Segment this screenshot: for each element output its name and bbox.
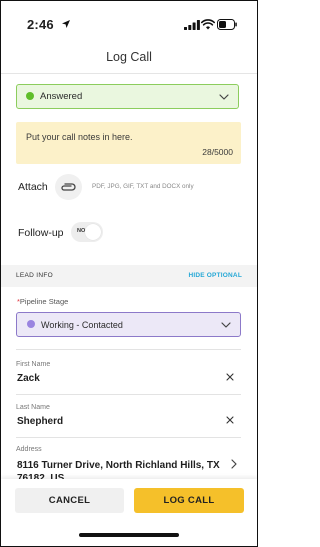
address-label: Address: [16, 446, 42, 453]
phone-frame: 2:46 Log Call Answered Put your call not…: [0, 0, 258, 547]
status-bar: 2:46: [1, 1, 257, 41]
toggle-state-text: NO: [77, 228, 86, 234]
battery-icon: [217, 19, 237, 30]
first-name-label: First Name: [16, 361, 51, 368]
attach-hint: PDF, JPG, GIF, TXT and DOCX only: [92, 183, 194, 190]
status-dot-icon: [26, 92, 34, 100]
call-status-select[interactable]: Answered: [16, 84, 239, 109]
last-name-value: Shepherd: [17, 416, 64, 427]
attach-label: Attach: [18, 181, 48, 193]
paperclip-icon: [61, 183, 76, 191]
pipeline-stage-select[interactable]: Working - Contacted: [16, 312, 241, 337]
field-separator: [16, 394, 241, 395]
field-separator: [16, 437, 241, 438]
toggle-knob: [85, 224, 101, 240]
attach-button[interactable]: [55, 174, 82, 200]
chevron-down-icon: [221, 322, 231, 328]
location-arrow-icon: [62, 20, 70, 28]
page-title: Log Call: [106, 50, 152, 64]
last-name-field[interactable]: Last Name Shepherd: [16, 404, 241, 436]
cancel-button[interactable]: CANCEL: [15, 488, 124, 513]
last-name-label: Last Name: [16, 404, 50, 411]
chevron-right-icon: [231, 459, 237, 469]
hide-optional-link[interactable]: HIDE OPTIONAL: [188, 272, 242, 279]
follow-up-label: Follow-up: [18, 227, 64, 239]
character-counter: 28/5000: [202, 147, 233, 157]
first-name-field[interactable]: First Name Zack: [16, 361, 241, 393]
first-name-value: Zack: [17, 373, 40, 384]
pipeline-stage-label-text: Pipeline Stage: [19, 297, 69, 306]
pipeline-stage-value: Working - Contacted: [41, 320, 123, 330]
pipeline-stage-label: *Pipeline Stage: [17, 297, 68, 306]
log-call-button[interactable]: LOG CALL: [134, 488, 244, 513]
bottom-action-bar: CANCEL LOG CALL: [1, 479, 257, 546]
nav-divider: [1, 73, 257, 74]
lead-info-header: LEAD INFO HIDE OPTIONAL: [1, 265, 257, 287]
field-separator: [16, 349, 241, 350]
status-time: 2:46: [27, 17, 54, 32]
stage-dot-icon: [27, 320, 35, 328]
call-notes-input[interactable]: Put your call notes in here. 28/5000: [16, 122, 241, 164]
cellular-signal-icon: [184, 20, 200, 30]
clear-icon[interactable]: [226, 416, 234, 424]
lead-info-title: LEAD INFO: [16, 272, 54, 279]
call-status-value: Answered: [40, 91, 83, 102]
wifi-icon: [201, 19, 215, 30]
home-indicator: [79, 533, 179, 537]
chevron-down-icon: [219, 94, 229, 100]
call-notes-placeholder: Put your call notes in here.: [26, 132, 133, 142]
clear-icon[interactable]: [226, 373, 234, 381]
follow-up-toggle[interactable]: NO: [71, 222, 103, 242]
